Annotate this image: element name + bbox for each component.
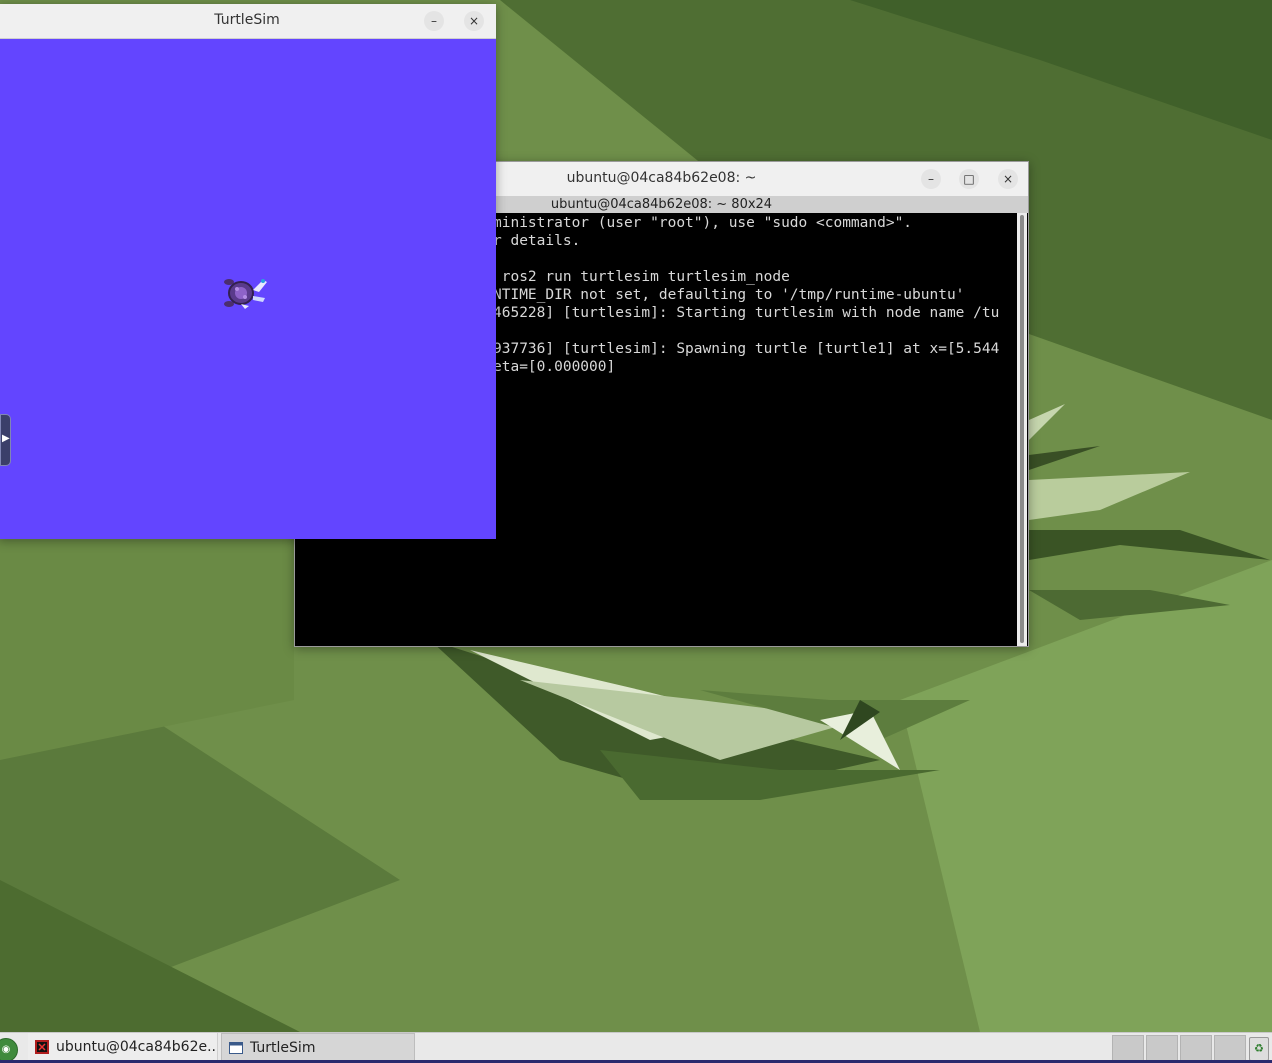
minimize-button[interactable]: –: [424, 11, 444, 31]
taskbar-item-label: ubuntu@04ca84b62e...: [56, 1039, 218, 1055]
scrollbar-thumb[interactable]: [1020, 215, 1024, 643]
side-panel-handle[interactable]: ▶: [0, 414, 11, 466]
maximize-button[interactable]: □: [959, 169, 979, 189]
menu-button[interactable]: ◉: [0, 1038, 18, 1062]
terminal-line: ros2 run turtlesim turtlesim_node: [493, 269, 790, 285]
workspace-3[interactable]: [1180, 1035, 1212, 1061]
turtlesim-canvas[interactable]: [0, 39, 494, 538]
taskbar-item-turtlesim[interactable]: TurtleSim: [221, 1033, 415, 1062]
taskbar-item-label: TurtleSim: [250, 1040, 316, 1056]
taskbar-item-terminal[interactable]: ubuntu@04ca84b62e...: [28, 1033, 218, 1062]
terminal-line: 465228] [turtlesim]: Starting turtlesim …: [493, 305, 1000, 321]
chevron-right-icon: ▶: [2, 433, 10, 444]
terminal-line: NTIME_DIR not set, defaulting to '/tmp/r…: [493, 287, 965, 303]
terminal-scrollbar[interactable]: [1017, 213, 1027, 646]
trash-icon[interactable]: ♻: [1249, 1037, 1269, 1061]
turtlesim-title: TurtleSim: [214, 12, 280, 28]
minimize-button[interactable]: –: [921, 169, 941, 189]
workspace-1[interactable]: [1112, 1035, 1144, 1061]
workspace-2[interactable]: [1146, 1035, 1178, 1061]
turtlesim-titlebar[interactable]: TurtleSim – ×: [0, 4, 496, 39]
taskbar: ◉ ubuntu@04ca84b62e... TurtleSim ♻: [0, 1032, 1272, 1063]
close-button[interactable]: ×: [998, 169, 1018, 189]
terminal-line: r details.: [493, 233, 581, 249]
turtlesim-window[interactable]: TurtleSim – ×: [0, 4, 496, 539]
terminal-line: 937736] [turtlesim]: Spawning turtle [tu…: [493, 341, 1000, 357]
turtle-icon: [224, 279, 267, 309]
terminal-line: eta=[0.000000]: [493, 359, 616, 375]
close-button[interactable]: ×: [464, 11, 484, 31]
window-icon: [229, 1042, 243, 1054]
terminal-icon: [35, 1040, 49, 1054]
workspace-4[interactable]: [1214, 1035, 1246, 1061]
terminal-line: ministrator (user "root"), use "sudo <co…: [493, 215, 913, 231]
